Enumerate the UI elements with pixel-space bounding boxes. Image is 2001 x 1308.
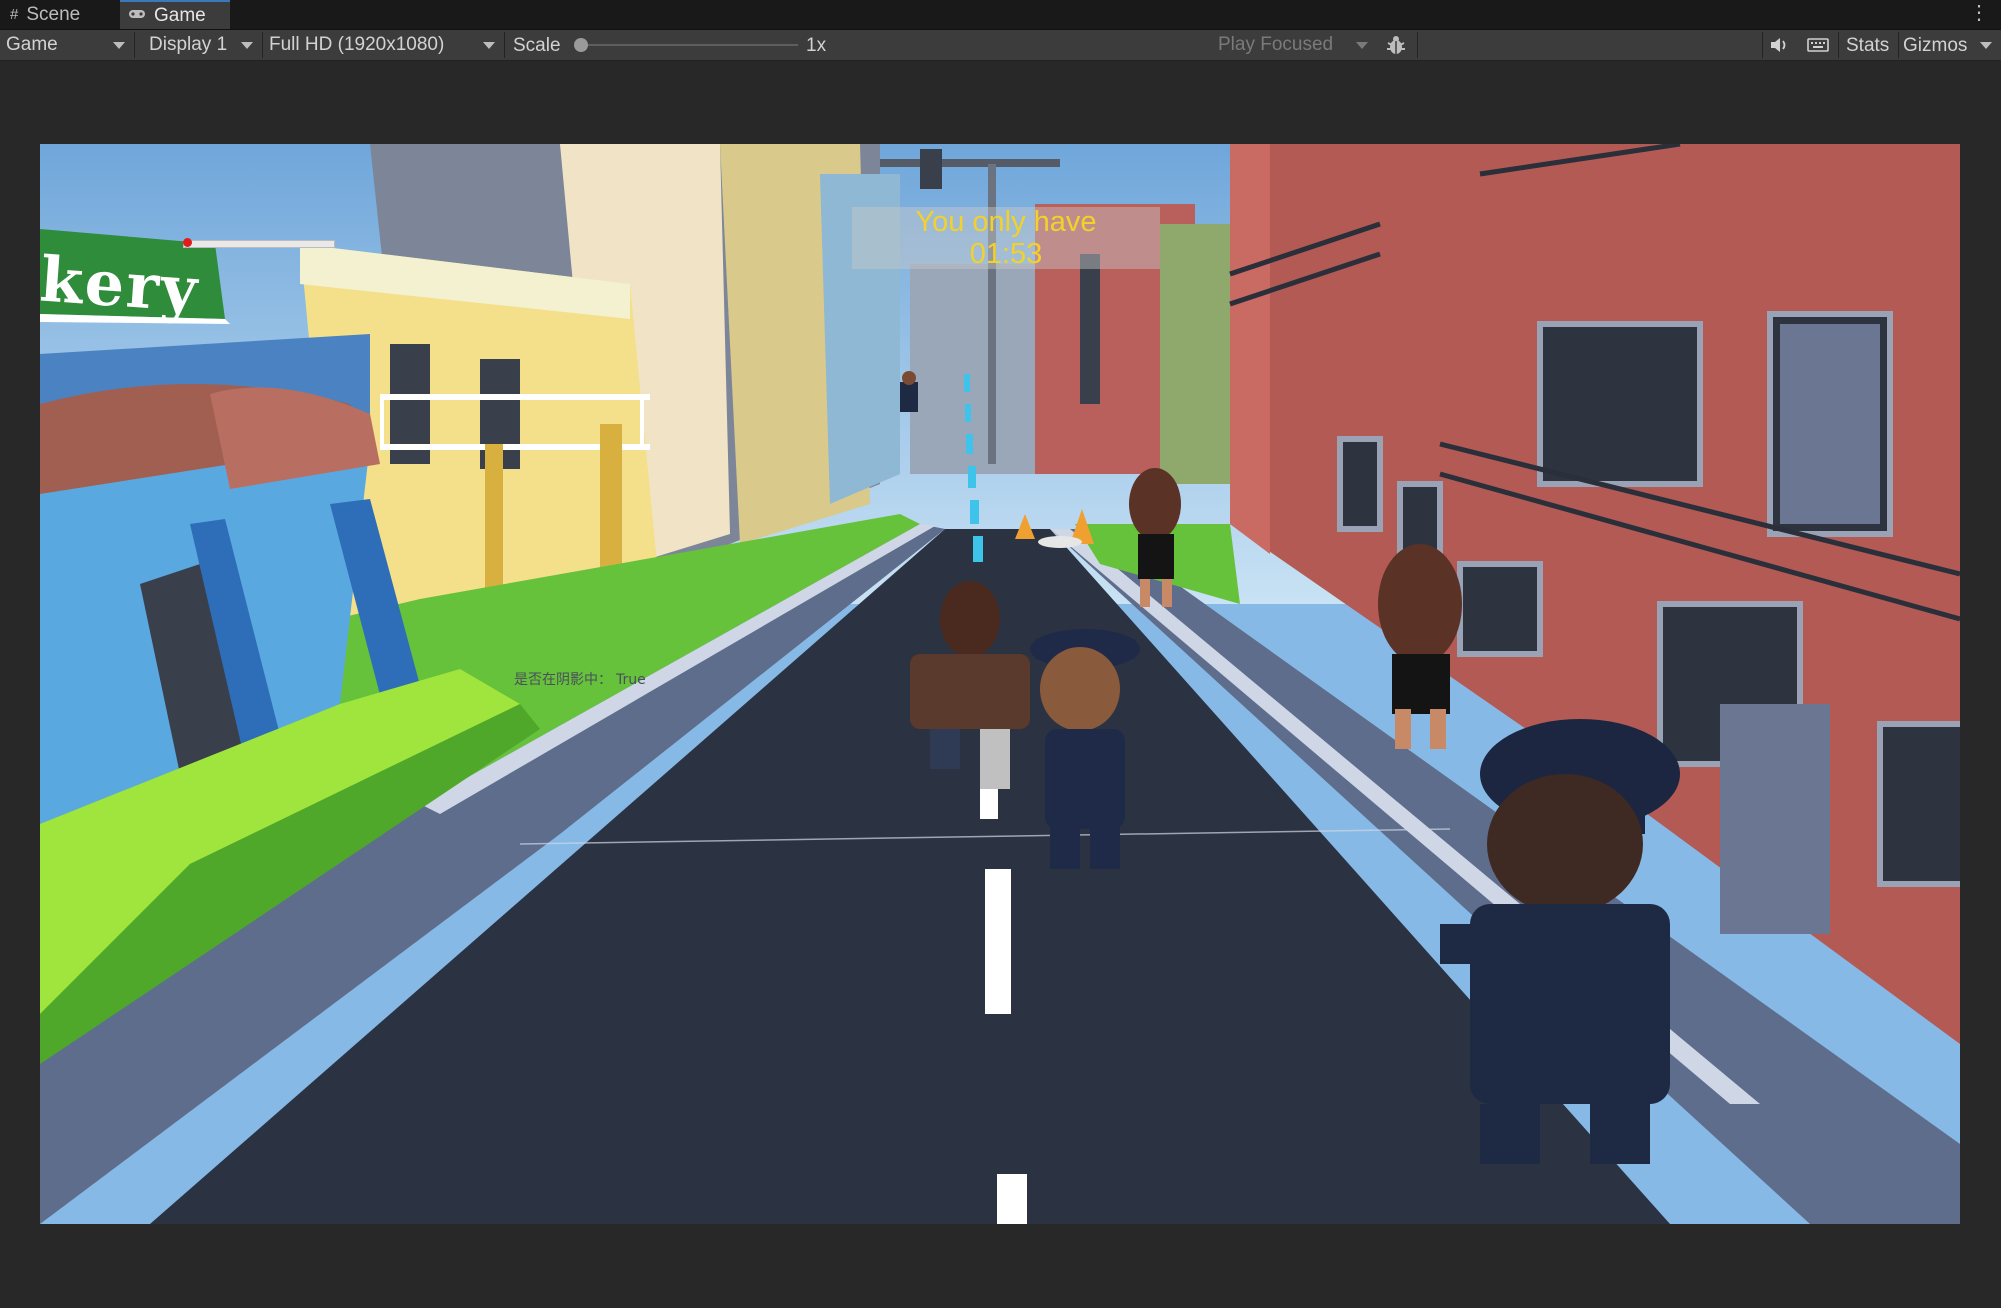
shop-sign-text: kery — [40, 242, 202, 327]
game-view-toolbar: Game Display 1 Full HD (1920x1080) Scale… — [0, 30, 2001, 61]
editor-tab-strip: # Scene Game ⋮ — [0, 0, 2001, 30]
more-options-icon[interactable]: ⋮ — [1969, 2, 1989, 24]
health-bar — [183, 240, 335, 248]
frame-debugger-button[interactable] — [1380, 33, 1412, 57]
play-mode-dropdown[interactable]: Play Focused — [1212, 31, 1376, 59]
toolbar-divider — [1417, 32, 1418, 58]
shadow-debug-caption: 是否在阴影中： — [514, 672, 612, 688]
keyboard-icon — [1807, 38, 1829, 52]
scale-label: Scale — [513, 35, 561, 56]
gizmos-dropdown-button[interactable] — [1978, 33, 1994, 57]
chevron-down-icon — [1980, 41, 1992, 49]
game-scene-render — [40, 144, 1960, 1224]
resolution-label: Full HD (1920x1080) — [269, 34, 445, 55]
shortcuts-button[interactable] — [1802, 33, 1834, 57]
tab-scene[interactable]: # Scene — [2, 0, 114, 29]
health-bar-fill — [183, 238, 192, 247]
view-mode-dropdown[interactable]: Game — [0, 31, 133, 59]
scale-slider-track[interactable] — [580, 44, 798, 46]
chevron-down-icon — [113, 42, 125, 49]
scale-slider-handle[interactable] — [574, 38, 588, 52]
tab-game-label: Game — [154, 4, 206, 26]
toolbar-divider — [1838, 32, 1839, 58]
tab-scene-label: Scene — [26, 3, 81, 25]
shadow-debug-value: True — [616, 672, 646, 688]
gamepad-icon — [128, 7, 146, 24]
game-viewport[interactable]: kery You only have 01:53 是否在阴影中： True — [40, 144, 1960, 1224]
chevron-down-icon — [483, 42, 495, 49]
timer-value: 01:53 — [969, 238, 1043, 270]
toolbar-divider — [1762, 32, 1763, 58]
play-mode-label: Play Focused — [1218, 34, 1334, 55]
mute-audio-button[interactable] — [1764, 33, 1794, 57]
timer-caption: You only have — [915, 206, 1097, 238]
countdown-timer: You only have 01:53 — [852, 206, 1160, 270]
toolbar-divider — [504, 32, 505, 58]
chevron-down-icon — [241, 42, 253, 49]
view-mode-label: Game — [6, 34, 58, 55]
chevron-down-icon — [1356, 42, 1368, 49]
stats-button[interactable]: Stats — [1846, 35, 1889, 57]
bug-icon — [1387, 36, 1405, 54]
resolution-dropdown[interactable]: Full HD (1920x1080) — [263, 31, 503, 59]
speaker-icon — [1771, 38, 1786, 52]
display-dropdown[interactable]: Display 1 — [143, 31, 261, 59]
tab-game[interactable]: Game — [120, 0, 230, 29]
shadow-debug-label: 是否在阴影中： True — [514, 669, 646, 689]
display-label: Display 1 — [149, 34, 228, 55]
scale-value: 1x — [806, 35, 827, 56]
toolbar-divider — [134, 32, 135, 58]
game-view-footer — [0, 1284, 2001, 1308]
gizmos-button[interactable]: Gizmos — [1903, 35, 1967, 57]
toolbar-divider — [1898, 32, 1899, 58]
grid-icon: # — [10, 6, 19, 23]
